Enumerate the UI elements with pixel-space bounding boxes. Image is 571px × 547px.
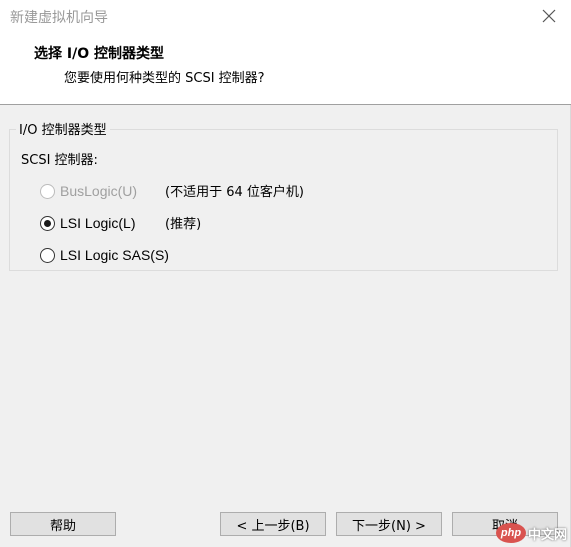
watermark-text: 中文网: [527, 527, 567, 543]
radio-label-lsi-logic-sas[interactable]: LSI Logic SAS(S): [60, 247, 169, 263]
radio-option-lsi-logic[interactable]: LSI Logic(L): [40, 213, 135, 233]
new-vm-wizard-window: 新建虚拟机向导 选择 I/O 控制器类型 您要使用何种类型的 SCSI 控制器?…: [0, 0, 571, 547]
scsi-controller-label: SCSI 控制器:: [21, 153, 98, 168]
window-title: 新建虚拟机向导: [10, 10, 108, 26]
group-legend: I/O 控制器类型: [16, 119, 110, 138]
radio-button-lsi-logic-sas[interactable]: [40, 247, 55, 263]
radio-option-buslogic: BusLogic(U): [40, 181, 137, 201]
watermark-logo: php: [495, 523, 526, 543]
radio-label-lsi-logic[interactable]: LSI Logic(L): [60, 215, 135, 231]
back-button[interactable]: < 上一步(B): [220, 512, 326, 536]
page-title: 选择 I/O 控制器类型: [34, 46, 164, 62]
radio-label-buslogic: BusLogic(U): [60, 183, 138, 199]
radio-note-buslogic: (不适用于 64 位客户机): [165, 185, 304, 200]
help-button[interactable]: 帮助: [10, 512, 116, 536]
page-subtitle: 您要使用何种类型的 SCSI 控制器?: [64, 71, 265, 86]
title-bar: 新建虚拟机向导: [0, 0, 571, 32]
watermark: php 中文网: [495, 523, 567, 543]
radio-note-lsi-logic: (推荐): [165, 217, 202, 232]
next-button[interactable]: 下一步(N) >: [336, 512, 442, 536]
radio-button-lsi-logic[interactable]: [40, 215, 55, 231]
wizard-header: 选择 I/O 控制器类型 您要使用何种类型的 SCSI 控制器?: [0, 32, 571, 105]
radio-option-lsi-logic-sas[interactable]: LSI Logic SAS(S): [40, 245, 169, 265]
radio-button-buslogic: [40, 183, 55, 199]
close-icon[interactable]: [539, 6, 559, 26]
